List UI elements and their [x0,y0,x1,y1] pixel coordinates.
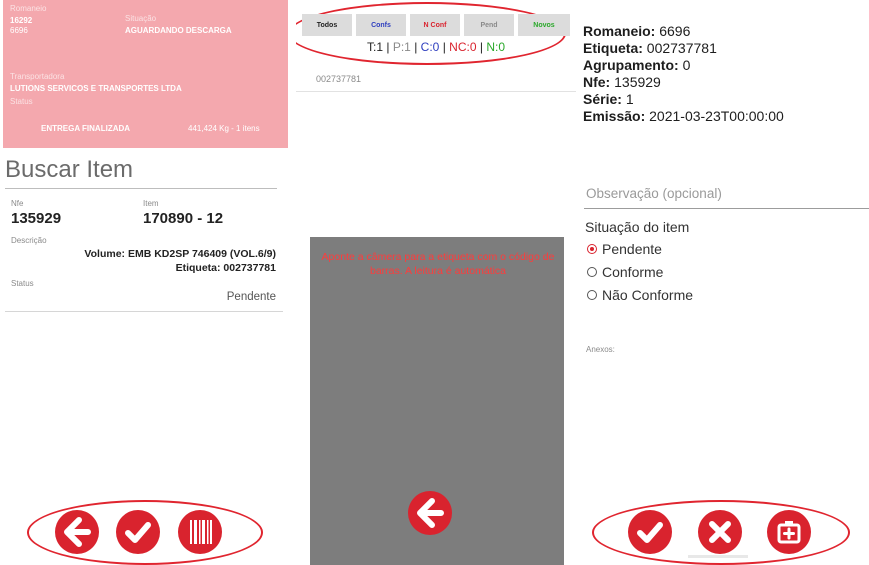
radio-pendente[interactable]: Pendente [587,241,662,257]
count-novos: N:0 [486,40,505,54]
weight-items: 441,424 Kg - 1 itens [188,124,260,133]
radio-unchecked-icon [587,267,597,277]
cancel-button[interactable] [698,510,742,554]
romaneio-header-card[interactable]: Romaneio 16292 6696 Situação AGUARDANDO … [3,0,288,148]
count-sep: | [414,40,418,54]
nfe-value: 135929 [11,210,62,227]
screen-situacao-item: Romaneio: 6696 Etiqueta: 002737781 Agrup… [578,0,869,565]
divider [296,91,576,92]
radio-unchecked-icon [587,290,597,300]
search-underline [5,188,277,189]
scanned-code: 002737781 [316,74,362,84]
filter-tab-confs[interactable]: Confs [356,14,406,36]
info-romaneio: Romaneio: 6696 [583,23,691,39]
count-conf: C:0 [420,40,440,54]
back-icon [64,517,91,547]
radio-nao-conforme[interactable]: Não Conforme [587,287,693,303]
close-icon [709,521,731,543]
transportadora-label: Transportadora [10,72,65,81]
info-agrupamento: Agrupamento: 0 [583,57,691,73]
romaneio-sub-value: 6696 [10,26,28,35]
buscar-item-title[interactable]: Buscar Item [5,156,133,184]
filter-tab-novos[interactable]: Novos [518,14,570,36]
filter-tab-nconf[interactable]: N Conf [410,14,460,36]
back-icon [417,498,444,528]
transportadora-value: LUTIONS SERVICOS E TRANSPORTES LTDA [10,84,182,93]
screen-leitura-camera: Todos Confs N Conf Pend Novos T:1 | P:1 … [296,0,576,565]
anexos-label: Anexos: [586,345,615,354]
situacao-title: Situação do item [585,219,690,235]
add-photo-icon [777,521,801,544]
info-etiqueta: Etiqueta: 002737781 [583,40,717,56]
romaneio-label: Romaneio [10,4,47,13]
count-nconf: NC:0 [449,40,477,54]
count-pend: P:1 [392,40,411,54]
confirm-button[interactable] [116,510,160,554]
divider [5,311,283,312]
camera-preview[interactable]: Aponte a câmera para a etiqueta com o có… [310,237,564,565]
radio-conforme[interactable]: Conforme [587,264,663,280]
filter-tab-pend[interactable]: Pend [464,14,514,36]
item-value: 170890 - 12 [143,210,224,227]
barcode-icon [190,520,212,544]
check-icon [125,522,151,543]
back-button[interactable] [55,510,99,554]
filter-tab-todos[interactable]: Todos [302,14,352,36]
romaneio-value: 16292 [10,16,33,25]
add-attachment-button[interactable] [767,510,811,554]
confirm-button[interactable] [628,510,672,554]
status-label: Status [10,97,33,106]
camera-instruction: Aponte a câmera para a etiqueta com o có… [321,251,555,277]
back-button[interactable] [408,491,452,535]
descricao-label: Descrição [11,236,47,245]
status-value: ENTREGA FINALIZADA [41,124,131,133]
item-label: Item [143,199,159,208]
check-icon [637,522,663,543]
observacao-input[interactable]: Observação (opcional) [586,186,722,201]
count-total: T:1 [367,40,384,54]
count-sep: | [386,40,390,54]
observacao-underline [584,208,869,209]
situacao-label: Situação [125,14,157,23]
status-item-label: Status [11,279,34,288]
status-item-value: Pendente [226,291,276,303]
info-serie: Série: 1 [583,91,634,107]
nav-bar-indicator [688,555,748,558]
count-sep: | [479,40,483,54]
item-counts: T:1 | P:1 | C:0 | NC:0 | N:0 [296,40,576,54]
descricao-value: Volume: EMB KD2SP 746409 (VOL.6/9) [84,248,276,260]
info-nfe: Nfe: 135929 [583,74,661,90]
etiqueta-value: Etiqueta: 002737781 [175,262,276,274]
filter-tabs: Todos Confs N Conf Pend Novos [302,14,570,36]
count-sep: | [442,40,446,54]
radio-checked-icon [587,244,597,254]
info-emissao: Emissão: 2021-03-23T00:00:00 [583,108,784,124]
situacao-value: AGUARDANDO DESCARGA [125,26,232,35]
nfe-label: Nfe [11,199,24,208]
screen-buscar-item: Romaneio 16292 6696 Situação AGUARDANDO … [0,0,290,565]
scan-barcode-button[interactable] [178,510,222,554]
